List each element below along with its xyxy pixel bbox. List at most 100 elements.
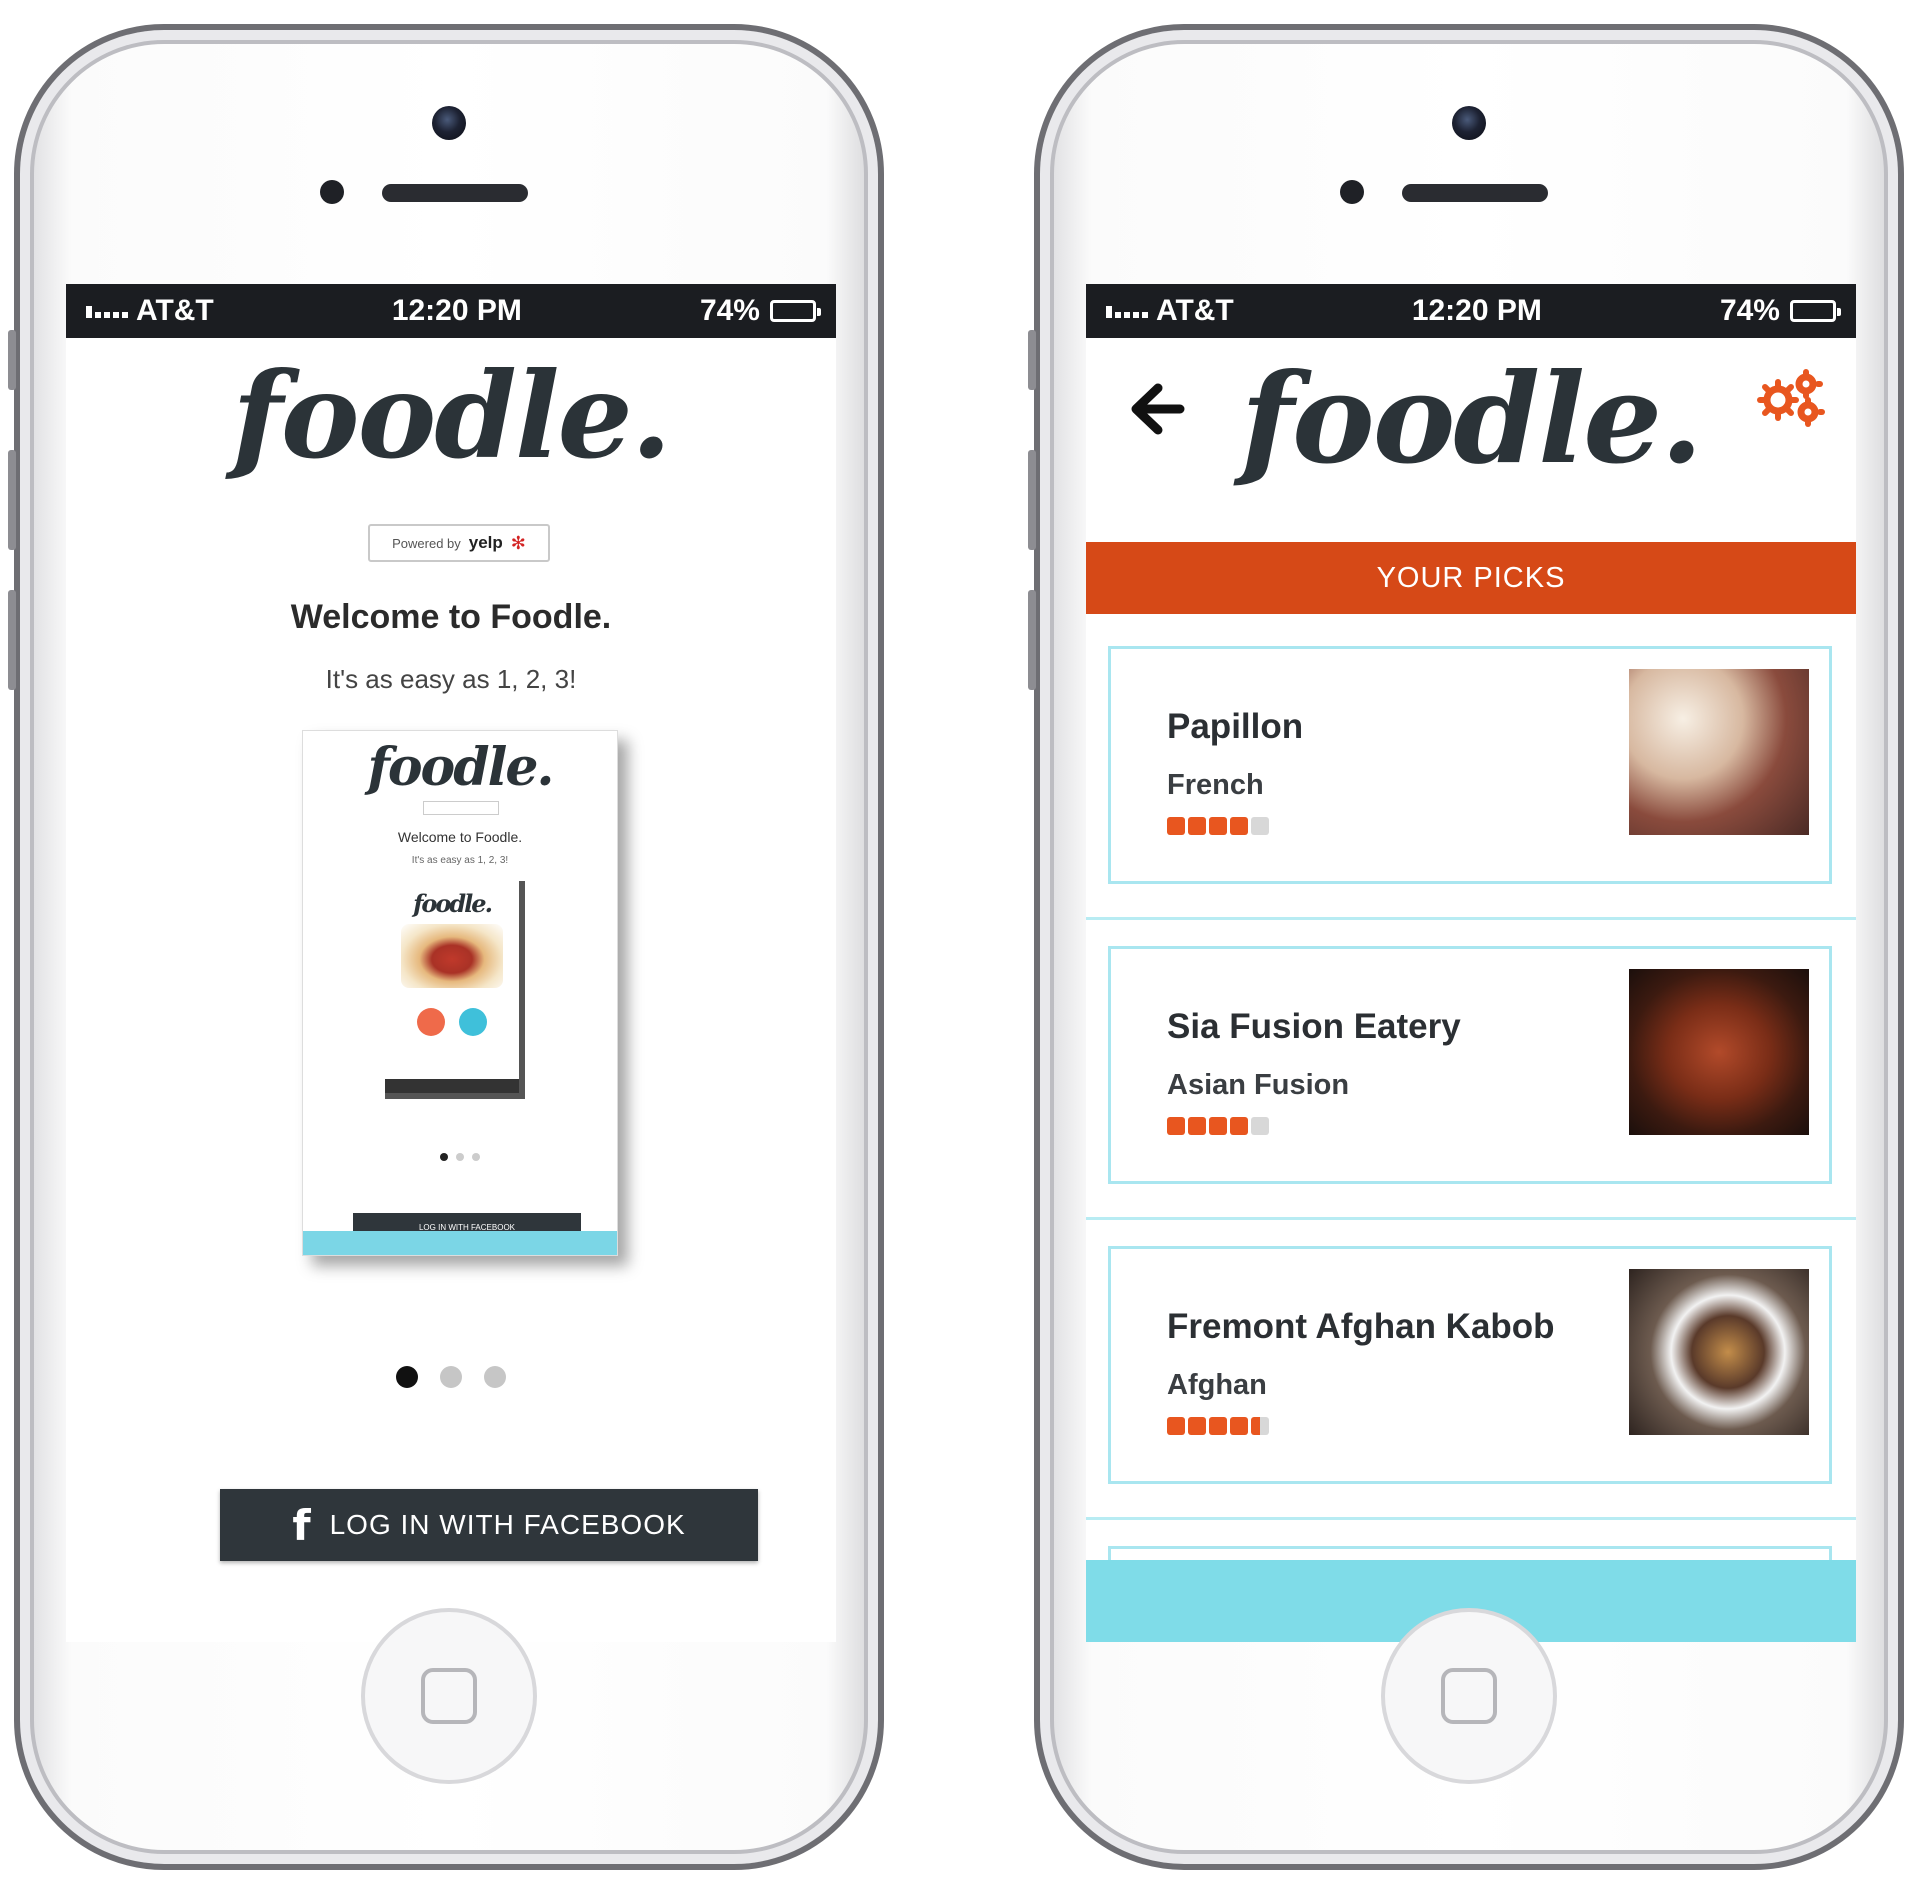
- facebook-login-button[interactable]: f LOG IN WITH FACEBOOK: [220, 1489, 758, 1561]
- earpiece-speaker: [382, 184, 528, 202]
- restaurant-photo: [1629, 969, 1809, 1135]
- yelp-burst-icon: ✻: [510, 532, 526, 553]
- star-icon: [1209, 817, 1227, 835]
- status-bar: AT&T 12:20 PM 74%: [1086, 284, 1856, 338]
- earpiece-speaker: [1402, 184, 1548, 202]
- welcome-screen: AT&T 12:20 PM 74% foodle. Powered by yel…: [66, 284, 836, 1642]
- star-rating: [1167, 1117, 1269, 1135]
- preview-dot: [440, 1153, 448, 1161]
- preview-food-image: [401, 924, 503, 988]
- restaurant-card[interactable]: Papillon French: [1108, 646, 1832, 884]
- restaurant-cuisine: Afghan: [1167, 1369, 1267, 1401]
- star-icon: [1188, 1417, 1206, 1435]
- mute-switch: [8, 330, 16, 390]
- preview-dot: [456, 1153, 464, 1161]
- battery: 74%: [699, 294, 821, 328]
- carousel-pagination: [66, 1366, 836, 1388]
- mute-switch: [1028, 330, 1036, 390]
- restaurant-photo: [1629, 1269, 1809, 1435]
- volume-up-button: [1028, 450, 1036, 550]
- battery-percent: 74%: [1719, 294, 1780, 327]
- restaurant-name: Sia Fusion Eatery: [1167, 1007, 1461, 1046]
- front-camera: [1452, 106, 1486, 140]
- carrier: AT&T: [86, 294, 214, 328]
- proximity-sensor: [1340, 180, 1364, 204]
- volume-up-button: [8, 450, 16, 550]
- facebook-icon: f: [292, 1500, 312, 1550]
- preview-yelp-badge: [423, 801, 499, 815]
- signal-icon: [86, 304, 128, 318]
- preview-dislike-icon: [417, 1008, 445, 1036]
- restaurant-card[interactable]: Sia Fusion Eatery Asian Fusion: [1108, 946, 1832, 1184]
- carrier-label: AT&T: [1156, 294, 1234, 327]
- preview-swipe-buttons: [385, 1008, 519, 1036]
- battery-icon: [1789, 300, 1841, 322]
- pagination-dot-3[interactable]: [484, 1366, 506, 1388]
- star-empty-icon: [1251, 1117, 1269, 1135]
- home-button[interactable]: [1381, 1608, 1557, 1784]
- star-icon: [1188, 1117, 1206, 1135]
- welcome-heading: Welcome to Foodle.: [290, 598, 612, 636]
- star-icon: [1209, 1117, 1227, 1135]
- preview-like-icon: [459, 1008, 487, 1036]
- preview-heading: Welcome to Foodle.: [397, 829, 523, 845]
- welcome-tagline: It's as easy as 1, 2, 3!: [325, 664, 577, 694]
- preview-inner-logo: foodle.: [413, 889, 493, 918]
- pagination-dot-1[interactable]: [396, 1366, 418, 1388]
- star-icon: [1230, 1417, 1248, 1435]
- restaurant-card[interactable]: Fremont Afghan Kabob Afghan: [1108, 1246, 1832, 1484]
- star-icon: [1230, 1117, 1248, 1135]
- restaurant-name: Papillon: [1167, 707, 1304, 746]
- gears-icon[interactable]: [1756, 368, 1826, 430]
- star-icon: [1167, 817, 1185, 835]
- onboarding-carousel-slide[interactable]: foodle. Welcome to Foodle. It's as easy …: [302, 730, 618, 1256]
- app-logo: foodle.: [1240, 347, 1704, 492]
- status-time: 12:20 PM: [391, 294, 522, 327]
- picks-list: Papillon French Sia Fusion Eatery Asian …: [1086, 620, 1856, 1566]
- carrier: AT&T: [1106, 294, 1234, 328]
- volume-down-button: [1028, 590, 1036, 690]
- restaurant-cuisine: French: [1167, 769, 1264, 801]
- preview-logo: foodle.: [367, 737, 554, 798]
- preview-tagline: It's as easy as 1, 2, 3!: [411, 855, 509, 866]
- signal-icon: [1106, 304, 1148, 318]
- app-header: foodle.: [1086, 338, 1856, 492]
- star-rating: [1167, 1417, 1269, 1435]
- preview-inner-bar: [385, 1079, 519, 1093]
- restaurant-name: Fremont Afghan Kabob: [1167, 1307, 1555, 1346]
- front-camera: [432, 106, 466, 140]
- star-half-icon: [1251, 1417, 1269, 1435]
- star-icon: [1230, 817, 1248, 835]
- list-item[interactable]: Papillon French: [1086, 620, 1856, 920]
- restaurant-photo: [1629, 669, 1809, 835]
- list-item-partial: [1086, 1520, 1856, 1566]
- carrier-label: AT&T: [136, 294, 214, 327]
- preview-cyan-bar: [303, 1231, 617, 1255]
- preview-dot: [472, 1153, 480, 1161]
- battery-icon: [769, 300, 821, 322]
- star-rating: [1167, 817, 1269, 835]
- battery-percent: 74%: [699, 294, 760, 327]
- phone-welcome: AT&T 12:20 PM 74% foodle. Powered by yel…: [8, 24, 884, 1870]
- phone-picks: AT&T 12:20 PM 74% foodle. YOUR PICKS Pap…: [1028, 24, 1904, 1870]
- proximity-sensor: [320, 180, 344, 204]
- list-item[interactable]: Sia Fusion Eatery Asian Fusion: [1086, 920, 1856, 1220]
- preview-inner-phone: foodle.: [385, 881, 525, 1099]
- home-button[interactable]: [361, 1608, 537, 1784]
- status-time: 12:20 PM: [1411, 294, 1542, 327]
- star-icon: [1167, 1417, 1185, 1435]
- star-icon: [1188, 817, 1206, 835]
- star-icon: [1167, 1117, 1185, 1135]
- powered-by-yelp-badge: Powered by yelp ✻: [368, 524, 550, 562]
- star-empty-icon: [1251, 817, 1269, 835]
- volume-down-button: [8, 590, 16, 690]
- yelp-logo: yelp: [468, 533, 503, 552]
- status-bar: AT&T 12:20 PM 74%: [66, 284, 836, 338]
- list-item[interactable]: Fremont Afghan Kabob Afghan: [1086, 1220, 1856, 1520]
- app-logo: foodle.: [232, 346, 672, 485]
- battery: 74%: [1719, 294, 1841, 328]
- picks-screen: AT&T 12:20 PM 74% foodle. YOUR PICKS Pap…: [1086, 284, 1856, 1642]
- pagination-dot-2[interactable]: [440, 1366, 462, 1388]
- facebook-login-label: LOG IN WITH FACEBOOK: [329, 1509, 686, 1540]
- preview-pagination: [303, 1153, 617, 1161]
